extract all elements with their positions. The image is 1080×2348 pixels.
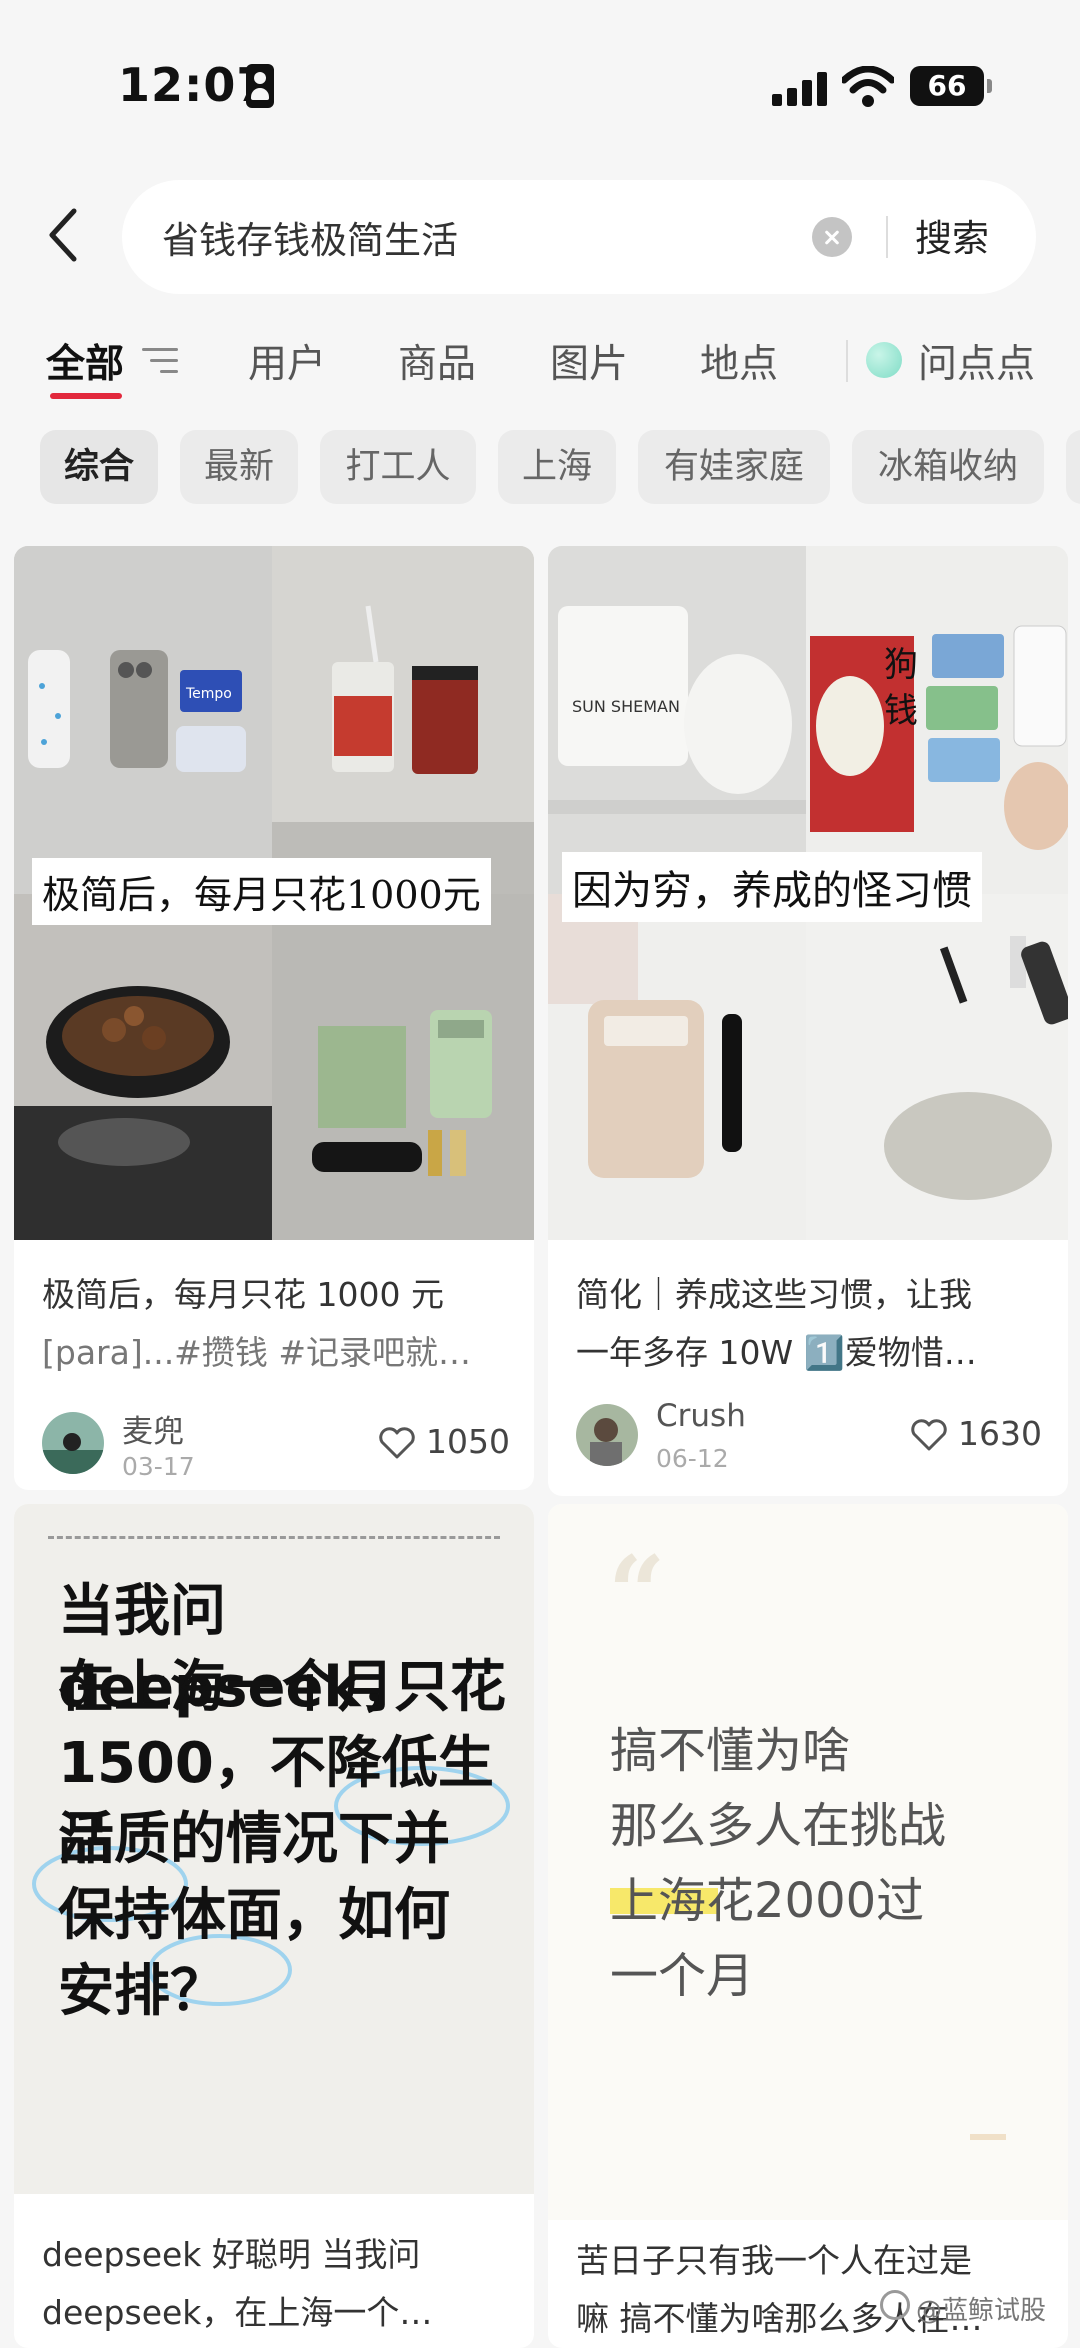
- clear-icon[interactable]: [812, 217, 852, 257]
- search-bar[interactable]: 省钱存钱极简生活 搜索: [122, 180, 1036, 294]
- chip-workers[interactable]: 打工人: [320, 430, 476, 504]
- watermark: @蓝鲸试股: [916, 2296, 1047, 2326]
- signal-icon: [772, 70, 828, 106]
- post-cover-image: 当我问deepseek， 在上海一个月只花 1500，不降低生活 品质的情况下并…: [14, 1504, 534, 2194]
- tissue-brand-text: Tempo: [185, 686, 232, 702]
- tab-places[interactable]: 地点: [700, 333, 778, 389]
- cover-text-line: 安排？: [58, 1959, 226, 2024]
- book-char-1: 狗: [884, 645, 918, 685]
- heart-icon[interactable]: [910, 1418, 948, 1452]
- like-count: 1050: [426, 1422, 510, 1461]
- cover-text-line: 搞不懂为啥: [610, 1723, 851, 1779]
- active-tab-indicator: [50, 393, 122, 399]
- post-title-continued: [para]...#攒钱 #记录吧就…: [42, 1333, 471, 1372]
- cover-caption: 因为穷，养成的怪习惯: [562, 852, 982, 922]
- cover-text-line: 上海花2000过: [610, 1873, 925, 1929]
- ai-assistant-icon[interactable]: [866, 342, 902, 378]
- cover-text-line: 保持体面，如何: [58, 1883, 450, 1948]
- post-date: 03-17: [122, 1452, 195, 1481]
- book-char-2: 钱: [884, 691, 918, 731]
- search-button[interactable]: 搜索: [915, 208, 989, 262]
- status-bar: 12:07 66: [0, 0, 1080, 170]
- post-title: 简化｜养成这些习惯，让我: [576, 1275, 972, 1314]
- bag-brand-text: SUN SHEMAN: [572, 697, 680, 716]
- chip-comprehensive[interactable]: 综合: [40, 430, 158, 504]
- battery-indicator: 66: [910, 66, 992, 106]
- tab-products[interactable]: 商品: [398, 333, 476, 389]
- post-cover-image: “ 搞不懂为啥 那么多人在挑战 上海花2000过 一个月: [548, 1504, 1068, 2220]
- search-input[interactable]: 省钱存钱极简生活: [162, 210, 458, 264]
- wifi-icon: [842, 66, 894, 107]
- filter-icon[interactable]: [142, 346, 178, 376]
- author-name[interactable]: 麦兜: [122, 1406, 184, 1451]
- post-card[interactable]: 当我问deepseek， 在上海一个月只花 1500，不降低生活 品质的情况下并…: [14, 1504, 534, 2348]
- post-card[interactable]: SUN SHEMAN 狗 钱 因为穷，养成的怪习惯 简化｜养成这些习惯，让我 一…: [548, 546, 1068, 1496]
- tab-all[interactable]: 全部: [46, 333, 124, 389]
- chip-family-with-kids[interactable]: 有娃家庭: [638, 430, 830, 504]
- tab-images[interactable]: 图片: [550, 333, 628, 389]
- chip-fridge-storage[interactable]: 冰箱收纳: [852, 430, 1044, 504]
- cover-caption: 极简后，每月只花1000元: [32, 858, 491, 925]
- post-card[interactable]: Tempo 极简后，每月只花1000元 极简后，每月只花 1000 元 [par…: [14, 546, 534, 1490]
- like-count: 1630: [958, 1414, 1042, 1453]
- post-title-continued: 一年多存 10W 1️⃣爱物惜…: [576, 1333, 977, 1372]
- person-icon: [246, 64, 274, 108]
- tab-users[interactable]: 用户: [248, 333, 326, 389]
- weibo-icon: [880, 2290, 910, 2320]
- author-name[interactable]: Crush: [656, 1398, 746, 1434]
- cover-text-line: 一个月: [610, 1948, 755, 2004]
- chip-shanghai[interactable]: 上海: [498, 430, 616, 504]
- post-title: deepseek 好聪明 当我问: [42, 2235, 421, 2274]
- post-title: 极简后，每月只花 1000 元: [42, 1275, 444, 1314]
- heart-icon[interactable]: [378, 1426, 416, 1460]
- cover-text-line: 那么多人在挑战: [610, 1798, 947, 1854]
- cover-text-line: 在上海一个月只花: [58, 1655, 506, 1720]
- back-arrow-icon[interactable]: [40, 205, 90, 265]
- chip-latest[interactable]: 最新: [180, 430, 298, 504]
- tab-ask-ai[interactable]: 问点点: [918, 333, 1035, 389]
- post-date: 06-12: [656, 1444, 729, 1473]
- post-card[interactable]: “ 搞不懂为啥 那么多人在挑战 上海花2000过 一个月 苦日子只有我一个人在过…: [548, 1504, 1068, 2348]
- post-title-continued: deepseek，在上海一个…: [42, 2293, 433, 2332]
- avatar[interactable]: [576, 1404, 638, 1466]
- post-title: 苦日子只有我一个人在过是: [576, 2241, 972, 2280]
- decor-dash: [970, 2134, 1006, 2140]
- search-divider: [886, 216, 888, 258]
- avatar[interactable]: [42, 1412, 104, 1474]
- cover-text-line: 品质的情况下并: [58, 1807, 450, 1872]
- quote-mark-icon: “: [608, 1534, 666, 1652]
- chip-more[interactable]: [1066, 430, 1080, 504]
- tab-separator: [846, 340, 848, 382]
